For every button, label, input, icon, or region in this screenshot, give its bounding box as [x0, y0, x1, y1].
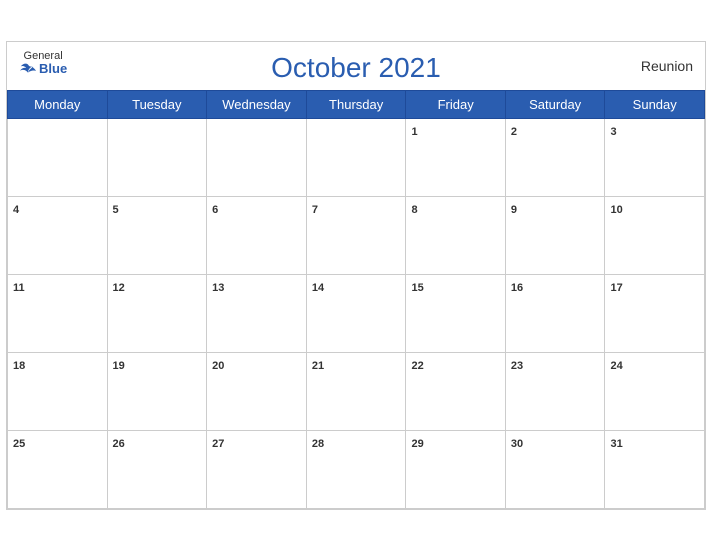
calendar-cell: 10	[605, 196, 705, 274]
calendar-cell: 23	[505, 352, 605, 430]
calendar-cell: 14	[306, 274, 406, 352]
calendar-cell: 18	[8, 352, 108, 430]
day-number: 29	[411, 438, 423, 450]
day-number: 21	[312, 360, 324, 372]
calendar-cell	[8, 118, 108, 196]
weekday-tuesday: Tuesday	[107, 90, 207, 118]
calendar-cell: 8	[406, 196, 505, 274]
weekday-friday: Friday	[406, 90, 505, 118]
day-number: 12	[113, 282, 125, 294]
calendar-cell: 22	[406, 352, 505, 430]
calendar-cell: 2	[505, 118, 605, 196]
calendar-cell: 16	[505, 274, 605, 352]
calendar-cell: 1	[406, 118, 505, 196]
calendar-title: October 2021	[271, 52, 441, 84]
day-number: 9	[511, 204, 517, 216]
calendar-cell	[207, 118, 307, 196]
calendar-cell: 4	[8, 196, 108, 274]
calendar-cell: 9	[505, 196, 605, 274]
calendar-cell: 11	[8, 274, 108, 352]
calendar-cell: 29	[406, 430, 505, 508]
calendar-cell: 12	[107, 274, 207, 352]
calendar-cell	[306, 118, 406, 196]
weekday-thursday: Thursday	[306, 90, 406, 118]
calendar-cell: 31	[605, 430, 705, 508]
calendar-cell: 3	[605, 118, 705, 196]
weekday-wednesday: Wednesday	[207, 90, 307, 118]
calendar-week-row: 1 2 3	[8, 118, 705, 196]
weekday-monday: Monday	[8, 90, 108, 118]
calendar-cell: 27	[207, 430, 307, 508]
weekday-sunday: Sunday	[605, 90, 705, 118]
logo-bird-icon	[19, 62, 37, 76]
day-number: 27	[212, 438, 224, 450]
calendar-cell: 6	[207, 196, 307, 274]
day-number: 16	[511, 282, 523, 294]
day-number: 26	[113, 438, 125, 450]
day-number: 15	[411, 282, 423, 294]
day-number: 18	[13, 360, 25, 372]
day-number: 10	[610, 204, 622, 216]
calendar-table: Monday Tuesday Wednesday Thursday Friday…	[7, 90, 705, 509]
calendar-cell: 13	[207, 274, 307, 352]
day-number: 8	[411, 204, 417, 216]
calendar-cell: 7	[306, 196, 406, 274]
calendar-week-row: 4 5 6 7 8 9 10	[8, 196, 705, 274]
day-number: 4	[13, 204, 19, 216]
calendar-cell: 5	[107, 196, 207, 274]
calendar-cell: 26	[107, 430, 207, 508]
weekday-header-row: Monday Tuesday Wednesday Thursday Friday…	[8, 90, 705, 118]
weekday-saturday: Saturday	[505, 90, 605, 118]
day-number: 1	[411, 126, 417, 138]
calendar: General Blue October 2021 Reunion Monday…	[6, 41, 706, 510]
day-number: 31	[610, 438, 622, 450]
logo: General Blue	[19, 50, 67, 76]
calendar-header: General Blue October 2021 Reunion	[7, 42, 705, 90]
day-number: 2	[511, 126, 517, 138]
calendar-cell	[107, 118, 207, 196]
day-number: 17	[610, 282, 622, 294]
day-number: 14	[312, 282, 324, 294]
day-number: 13	[212, 282, 224, 294]
logo-blue-label: Blue	[39, 62, 67, 76]
calendar-cell: 19	[107, 352, 207, 430]
day-number: 23	[511, 360, 523, 372]
day-number: 25	[13, 438, 25, 450]
day-number: 19	[113, 360, 125, 372]
calendar-cell: 21	[306, 352, 406, 430]
calendar-body: 1234567891011121314151617181920212223242…	[8, 118, 705, 508]
logo-blue-text: Blue	[19, 62, 67, 76]
calendar-cell: 20	[207, 352, 307, 430]
day-number: 5	[113, 204, 119, 216]
calendar-cell: 24	[605, 352, 705, 430]
day-number: 30	[511, 438, 523, 450]
day-number: 22	[411, 360, 423, 372]
day-number: 20	[212, 360, 224, 372]
day-number: 6	[212, 204, 218, 216]
calendar-week-row: 18 19 20 21 22 23 24	[8, 352, 705, 430]
calendar-cell: 15	[406, 274, 505, 352]
day-number: 7	[312, 204, 318, 216]
calendar-cell: 25	[8, 430, 108, 508]
day-number: 3	[610, 126, 616, 138]
region-label: Reunion	[641, 58, 693, 74]
calendar-cell: 30	[505, 430, 605, 508]
logo-general-text: General	[24, 50, 63, 62]
day-number: 11	[13, 282, 25, 294]
day-number: 28	[312, 438, 324, 450]
day-number: 24	[610, 360, 622, 372]
calendar-week-row: 25 26 27 28 29 30 31	[8, 430, 705, 508]
calendar-cell: 28	[306, 430, 406, 508]
calendar-week-row: 11 12 13 14 15 16 17	[8, 274, 705, 352]
calendar-cell: 17	[605, 274, 705, 352]
